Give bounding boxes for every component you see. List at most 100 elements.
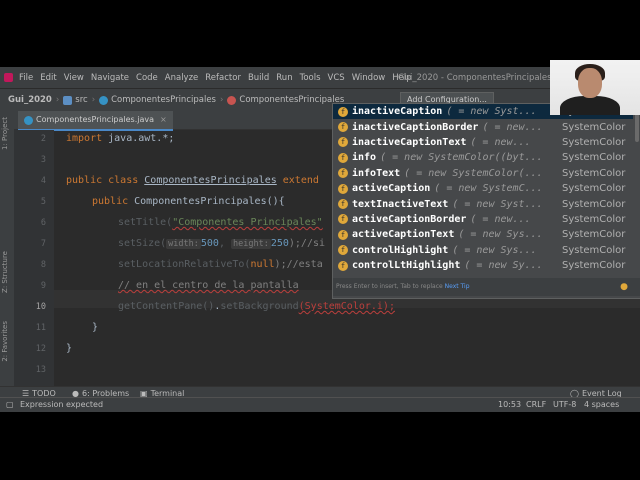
completion-item-signature: ( = new Syst... <box>452 198 543 210</box>
breadcrumb-src-label: src <box>75 95 88 105</box>
method-token: setBackground <box>220 301 299 312</box>
completion-item[interactable]: f activeCaptionText( = new Sys... SystemCo… <box>333 227 633 242</box>
favorites-tool-button[interactable]: 2: Favorites <box>1 321 9 362</box>
completion-item-type: SystemColor <box>562 121 626 133</box>
next-tip-link[interactable]: Next Tip <box>445 283 470 290</box>
completion-item-type: SystemColor <box>562 213 626 225</box>
field-icon: f <box>338 106 348 117</box>
menu-view[interactable]: View <box>64 73 84 83</box>
completion-item-signature: ( = new Sys... <box>458 229 543 241</box>
completion-item-type: SystemColor <box>562 260 626 272</box>
menu-window[interactable]: Window <box>352 73 386 83</box>
line-number: 6 <box>40 218 46 228</box>
code-line: // en el centro de la pantalla <box>118 280 299 291</box>
completion-item[interactable]: f activeCaption( = new SystemC... SystemCo… <box>333 181 633 196</box>
error-token: (SystemColor.i); <box>298 301 395 312</box>
comment-token: // en el centro de la pantalla <box>118 280 299 291</box>
keyword-token: public class <box>66 175 139 186</box>
menu-build[interactable]: Build <box>248 73 269 83</box>
completion-item-type: SystemColor <box>562 136 626 148</box>
project-tool-button[interactable]: 1: Project <box>1 117 9 150</box>
line-separator[interactable]: CRLF <box>526 400 546 409</box>
keyword-token: null <box>250 259 275 270</box>
comment-token: );//si <box>288 238 326 249</box>
structure-tool-button[interactable]: Z: Structure <box>1 251 9 293</box>
parameter-hint: height: <box>231 239 271 249</box>
completion-footer: Press Enter to insert, Tab to replace Ne… <box>333 278 640 296</box>
webcam-overlay <box>550 60 640 115</box>
completion-item[interactable]: f info( = new SystemColor((byt... SystemCo… <box>333 150 633 165</box>
completion-item[interactable]: f controlHighlight( = new Sys... SystemCol… <box>333 243 633 258</box>
code-token: getContentPane() <box>118 301 215 312</box>
field-icon: f <box>338 214 348 225</box>
menu-edit[interactable]: Edit <box>40 73 56 83</box>
menu-tools[interactable]: Tools <box>300 73 321 83</box>
completion-item-signature: ( = new SystemColor(... <box>404 167 543 179</box>
completion-item-name: inactiveCaptionBorder <box>352 121 479 133</box>
menu-file[interactable]: File <box>19 73 33 83</box>
completion-item[interactable]: f controlLtHighlight( = new Sy... SystemCo… <box>333 258 633 273</box>
menu-analyze[interactable]: Analyze <box>165 73 199 83</box>
completion-item-signature: ( = new Sys... <box>452 244 537 256</box>
line-number: 9 <box>40 281 46 291</box>
status-message: Expression expected <box>20 400 104 409</box>
status-square-icon[interactable]: ▢ <box>6 400 14 409</box>
completion-item[interactable]: f activeCaptionBorder( = new... SystemColo… <box>333 212 633 227</box>
status-bar: ▢ Expression expected 10:53 CRLF UTF-8 4… <box>0 397 640 412</box>
file-encoding[interactable]: UTF-8 <box>553 400 576 409</box>
code-token: setLocationRelativeTo( <box>118 259 251 270</box>
completion-item-name: activeCaption <box>352 183 431 195</box>
completion-item-name: activeCaptionText <box>352 229 455 241</box>
code-line: setTitle("Componentes Principales" <box>118 217 323 228</box>
code-line: } <box>92 322 99 333</box>
number-token: 500 <box>200 238 219 249</box>
chevron-right-icon: › <box>91 95 96 105</box>
menu-code[interactable]: Code <box>136 73 158 83</box>
editor-tab-label: ComponentesPrincipales.java <box>36 115 155 124</box>
string-token: "Componentes Principales" <box>172 217 323 228</box>
indent-setting[interactable]: 4 spaces <box>584 400 619 409</box>
comment-token: );//esta <box>274 259 323 270</box>
completion-item-signature: ( = new Sy... <box>464 260 543 272</box>
line-number-gutter: 2 3 4 5 6 7 8 9 10 11 12 13 <box>14 130 54 386</box>
line-number: 11 <box>35 323 46 333</box>
field-icon: f <box>338 137 348 148</box>
class-icon <box>99 95 109 105</box>
completion-item[interactable]: f infoText( = new SystemColor(... SystemCo… <box>333 166 633 181</box>
code-line: setLocationRelativeTo(null);//esta <box>118 259 323 270</box>
code-completion-popup[interactable]: f inactiveCaption ( = new Syst... SystemCol… <box>332 103 640 299</box>
completion-item[interactable]: f textInactiveText( = new Syst... SystemCo… <box>333 196 633 211</box>
caret-position[interactable]: 10:53 <box>498 400 521 409</box>
project-name: Gui_2020 <box>8 95 52 105</box>
code-line: import java.awt.*; <box>66 133 174 144</box>
breadcrumb-method-label: ComponentesPrincipales <box>239 95 345 105</box>
breadcrumb-project[interactable]: Gui_2020 <box>8 95 52 105</box>
window-title: Gui_2020 - ComponentesPrincipales.java <box>398 72 573 83</box>
lightbulb-icon[interactable]: ● <box>620 278 628 296</box>
line-number: 8 <box>40 260 46 270</box>
editor-tab[interactable]: ComponentesPrincipales.java × <box>18 111 173 131</box>
completion-item-signature: ( = new... <box>470 213 531 225</box>
number-token: 250 <box>270 238 289 249</box>
keyword-token: extend <box>282 175 319 186</box>
line-number: 4 <box>40 176 46 186</box>
menu-vcs[interactable]: VCS <box>328 73 345 83</box>
menu-refactor[interactable]: Refactor <box>205 73 241 83</box>
field-icon: f <box>338 199 348 210</box>
completion-item-type: SystemColor <box>562 183 626 195</box>
menu-navigate[interactable]: Navigate <box>91 73 129 83</box>
breadcrumb-src[interactable]: src <box>63 95 88 105</box>
menu-run[interactable]: Run <box>276 73 292 83</box>
completion-hint-text: Press Enter to insert, Tab to replace <box>336 283 443 290</box>
breadcrumb-method[interactable]: ComponentesPrincipales <box>227 95 344 105</box>
code-line: public ComponentesPrincipales(){ <box>92 196 285 207</box>
breadcrumb-class[interactable]: ComponentesPrincipales <box>99 95 216 105</box>
completion-item[interactable]: f inactiveCaptionText( = new... SystemColo… <box>333 135 633 150</box>
completion-list[interactable]: f inactiveCaption ( = new Syst... SystemCol… <box>333 104 633 274</box>
field-icon: f <box>338 245 348 256</box>
completion-item-name: inactiveCaption <box>352 106 443 118</box>
completion-item-name: textInactiveText <box>352 198 449 210</box>
completion-item[interactable]: f inactiveCaptionBorder( = new... SystemCo… <box>333 119 633 134</box>
code-token: java.awt.*; <box>102 133 175 144</box>
close-icon[interactable]: × <box>160 111 167 129</box>
